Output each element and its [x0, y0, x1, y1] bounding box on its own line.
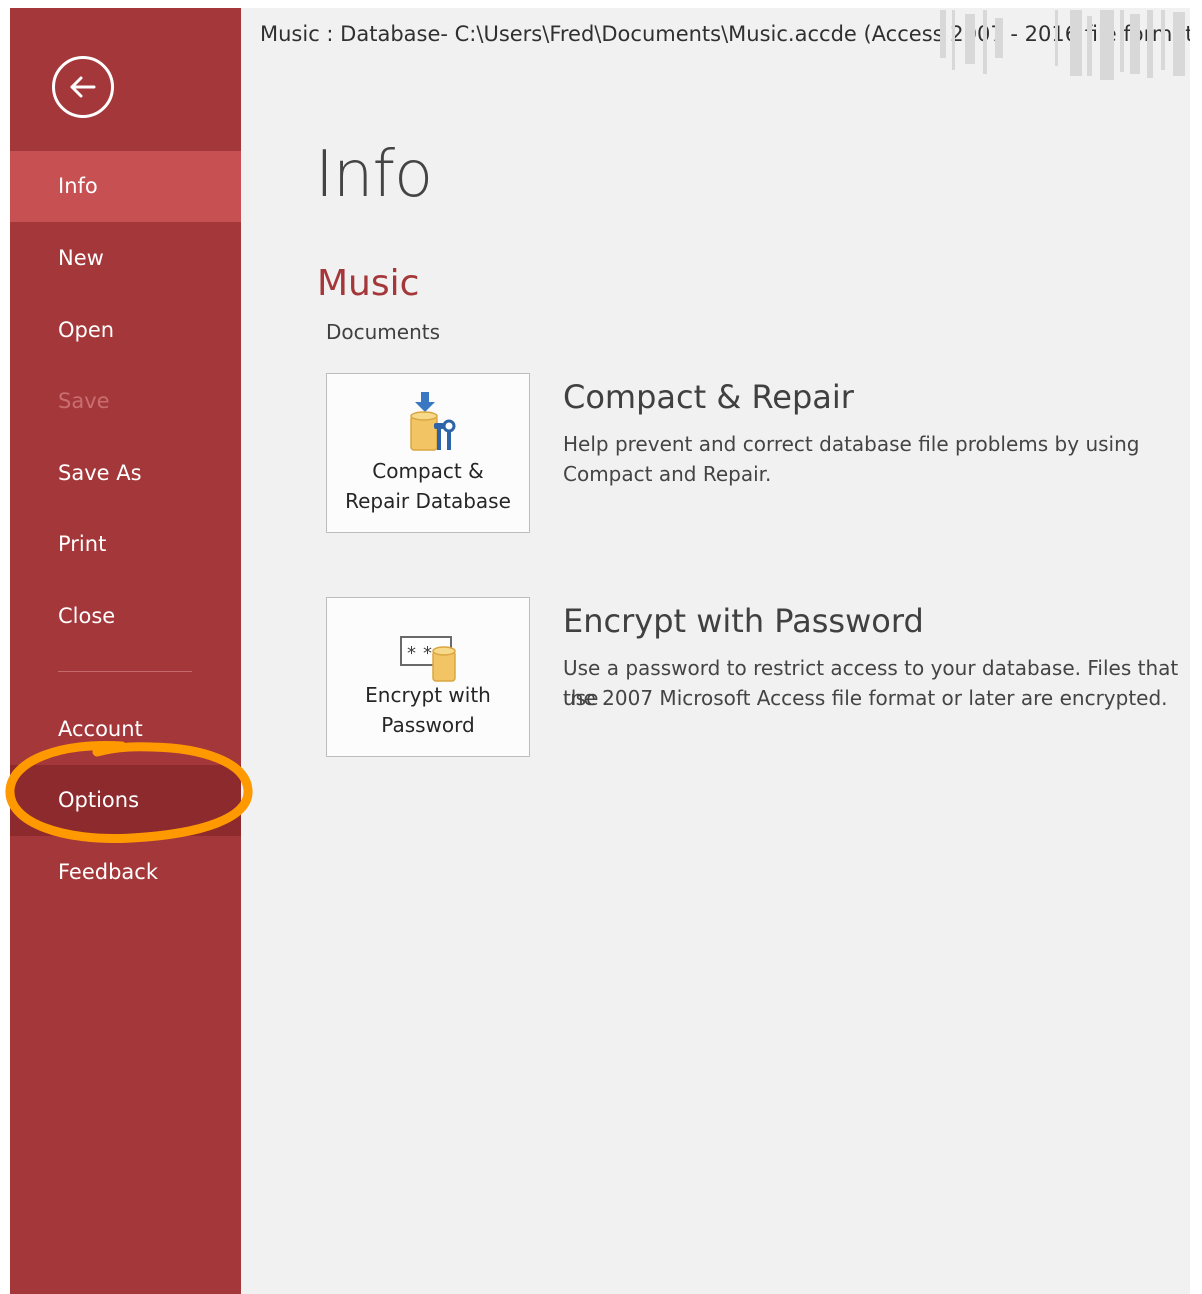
- nav-item-open[interactable]: Open: [10, 295, 241, 366]
- tile-label-line1: Compact &: [372, 459, 484, 483]
- nav-item-label: New: [58, 246, 104, 270]
- nav-item-label: Feedback: [58, 860, 159, 884]
- encrypt-password-description-line2: the 2007 Microsoft Access file format or…: [563, 686, 1168, 710]
- compact-repair-icon: [410, 392, 456, 451]
- nav-item-info[interactable]: Info: [10, 151, 241, 222]
- nav-item-label: Save As: [58, 461, 142, 485]
- encrypt-password-button[interactable]: * * Encrypt with Password: [326, 597, 530, 757]
- nav-item-label: Options: [58, 788, 140, 812]
- back-arrow-icon: [70, 76, 96, 98]
- tile-label-line2: Repair Database: [345, 489, 511, 513]
- nav-item-options[interactable]: Options: [10, 765, 241, 836]
- compact-repair-heading: Compact & Repair: [563, 378, 854, 416]
- database-name: Music: [317, 263, 420, 304]
- window-title: Music : Database- C:\Users\Fred\Document…: [260, 22, 1190, 46]
- nav-item-label: Save: [58, 389, 110, 413]
- compact-repair-button[interactable]: Compact & Repair Database: [326, 373, 530, 533]
- nav-item-close[interactable]: Close: [10, 581, 241, 652]
- nav-item-label: Close: [58, 604, 116, 628]
- nav-item-save-as[interactable]: Save As: [10, 438, 241, 509]
- nav-item-label: Print: [58, 532, 107, 556]
- svg-text:*: *: [423, 643, 432, 664]
- nav-item-feedback[interactable]: Feedback: [10, 837, 241, 908]
- backstage-sidebar: Info New Open Save Save As Print Close A…: [10, 8, 241, 1294]
- nav-item-label: Open: [58, 318, 115, 342]
- nav-divider: [58, 671, 192, 672]
- page-title: Info: [315, 138, 433, 212]
- encrypt-password-heading: Encrypt with Password: [563, 602, 924, 640]
- nav-item-account[interactable]: Account: [10, 694, 241, 765]
- nav-item-print[interactable]: Print: [10, 509, 241, 580]
- compact-repair-description-line2: Compact and Repair.: [563, 462, 772, 486]
- database-location: Documents: [326, 320, 441, 344]
- compact-repair-description-line1: Help prevent and correct database file p…: [563, 432, 1140, 456]
- nav-item-new[interactable]: New: [10, 223, 241, 294]
- nav-item-label: Info: [58, 174, 98, 198]
- svg-text:*: *: [407, 643, 416, 664]
- nav-item-save: Save: [10, 366, 241, 437]
- tile-label-line1: Encrypt with: [365, 683, 491, 707]
- tile-label-line2: Password: [381, 713, 475, 737]
- nav-item-label: Account: [58, 717, 143, 741]
- backstage-window: Info New Open Save Save As Print Close A…: [10, 8, 1190, 1294]
- back-button[interactable]: [52, 56, 114, 118]
